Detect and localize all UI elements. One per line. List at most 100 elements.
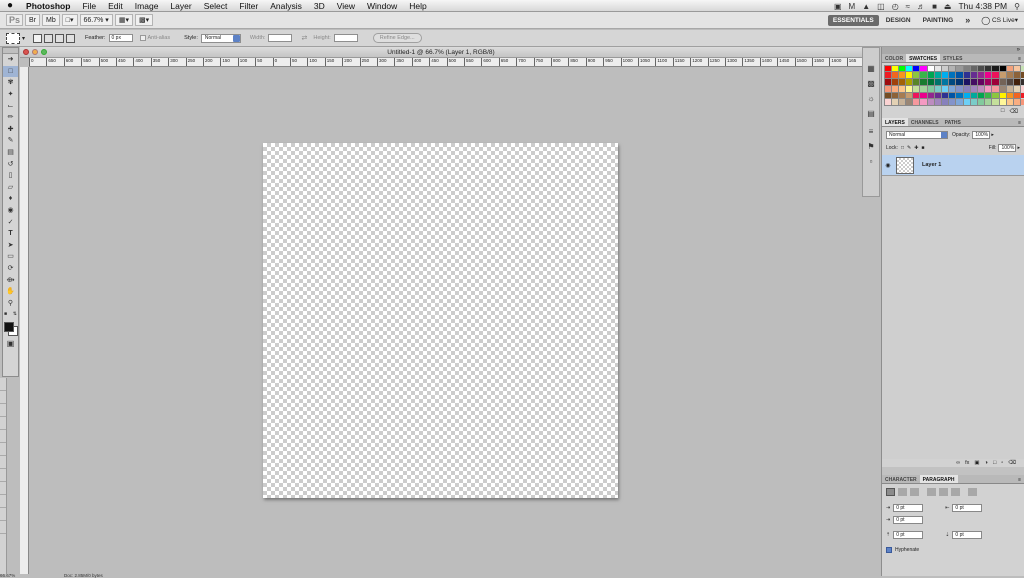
justify-last-right-icon[interactable] (951, 488, 960, 497)
workspace-design[interactable]: DESIGN (881, 15, 916, 26)
clock[interactable]: Thu 4:38 PM (958, 1, 1007, 11)
adjustments-panel-icon[interactable]: ☼ (863, 94, 879, 106)
subtract-selection-icon[interactable] (55, 33, 65, 43)
workspace-painting[interactable]: PAINTING (918, 15, 959, 26)
color-swatch[interactable] (970, 79, 977, 85)
new-layer-icon[interactable]: ▫ (1001, 460, 1003, 466)
hand-tool-icon[interactable]: ✋ (3, 286, 18, 298)
color-swatch[interactable] (992, 65, 999, 72)
move-tool-icon[interactable]: ➜ (3, 54, 18, 66)
zoom-window-icon[interactable] (41, 49, 47, 55)
history-brush-tool-icon[interactable]: ↺ (3, 158, 18, 170)
intersect-selection-icon[interactable] (66, 33, 76, 43)
document-title-bar[interactable]: Untitled-1 @ 66.7% (Layer 1, RGB/8) (20, 47, 862, 58)
healing-brush-tool-icon[interactable]: ✚ (3, 124, 18, 136)
collapsed-tab[interactable] (0, 430, 6, 443)
color-swatch[interactable] (920, 92, 927, 99)
color-swatch[interactable] (942, 79, 949, 85)
color-swatch[interactable] (977, 92, 985, 99)
menu-image[interactable]: Image (129, 1, 165, 11)
color-swatch[interactable] (920, 79, 927, 85)
collapsed-tab[interactable] (0, 391, 6, 404)
collapsed-tab[interactable] (0, 508, 6, 521)
menu-file[interactable]: File (76, 1, 102, 11)
color-swatch[interactable] (1013, 65, 1021, 72)
default-colors-icon[interactable]: ■ ⇅ (3, 309, 18, 321)
color-swatch[interactable] (977, 85, 985, 92)
channels-panel-icon[interactable]: ≡ (863, 127, 879, 139)
collapsed-tab[interactable] (0, 495, 6, 508)
tab-layers[interactable]: LAYERS (882, 118, 908, 127)
minimize-window-icon[interactable] (32, 49, 38, 55)
color-swatch[interactable] (949, 72, 956, 79)
color-swatch[interactable] (1013, 92, 1021, 99)
color-swatch[interactable] (891, 72, 898, 79)
color-swatch[interactable] (956, 92, 963, 99)
color-swatch[interactable] (942, 92, 949, 99)
minibridge-button[interactable]: Mb (42, 14, 60, 26)
color-swatch[interactable] (992, 72, 999, 79)
color-swatch[interactable] (898, 92, 906, 99)
color-swatch[interactable] (927, 85, 934, 92)
color-swatch[interactable] (949, 92, 956, 99)
opacity-dropdown-icon[interactable]: ▸ (991, 132, 994, 138)
collapsed-tab[interactable] (0, 417, 6, 430)
collapsed-tab[interactable] (0, 469, 6, 482)
color-swatch[interactable] (970, 72, 977, 79)
color-swatch[interactable] (970, 85, 977, 92)
color-swatch[interactable] (934, 72, 941, 79)
display-icon[interactable]: ◫ (877, 2, 885, 11)
color-swatch[interactable] (949, 85, 956, 92)
link-layers-icon[interactable]: ∞ (956, 460, 960, 466)
color-swatch[interactable] (985, 92, 992, 99)
color-swatch[interactable] (920, 85, 927, 92)
eraser-tool-icon[interactable]: ▯ (3, 170, 18, 182)
arrange-button[interactable]: ▦▾ (114, 14, 133, 26)
fill-input[interactable]: 100% (998, 143, 1017, 152)
cs-live-button[interactable]: ◯ CS Live ▾ (981, 16, 1018, 25)
new-group-icon[interactable]: □ (993, 460, 996, 466)
apple-icon[interactable]: ● (0, 0, 20, 11)
color-swatch[interactable] (898, 85, 906, 92)
color-swatch[interactable] (884, 72, 891, 79)
panel-menu-icon[interactable]: ≡ (1015, 118, 1024, 126)
rect-marquee-tool-icon[interactable]: □ (3, 65, 18, 78)
lock-transparency-icon[interactable]: □ (901, 145, 904, 151)
color-swatch[interactable] (963, 65, 970, 72)
close-window-icon[interactable] (23, 49, 29, 55)
color-swatch[interactable] (884, 85, 891, 92)
color-swatch[interactable] (1006, 85, 1013, 92)
color-swatch[interactable] (898, 65, 906, 72)
color-swatch[interactable] (884, 99, 891, 106)
delete-layer-icon[interactable]: ⌫ (1008, 460, 1016, 466)
color-swatch[interactable] (1006, 99, 1013, 106)
layer-row[interactable]: ◉ Layer 1 (882, 155, 1024, 177)
magic-wand-tool-icon[interactable]: ✦ (3, 89, 18, 101)
masks-panel-icon[interactable]: ▤ (863, 109, 879, 121)
tab-swatches[interactable]: SWATCHES (906, 54, 941, 62)
color-swatch[interactable] (985, 85, 992, 92)
color-swatch[interactable] (898, 72, 906, 79)
color-swatch[interactable] (906, 65, 913, 72)
menu-3d[interactable]: 3D (308, 1, 331, 11)
shape-tool-icon[interactable]: ▭ (3, 251, 18, 263)
color-swatch[interactable] (898, 79, 906, 85)
eye-icon[interactable]: ◉ (882, 162, 894, 169)
color-swatch[interactable] (891, 99, 898, 106)
tab-channels[interactable]: CHANNELS (908, 118, 942, 126)
color-swatch[interactable] (913, 65, 920, 72)
color-swatch[interactable] (963, 72, 970, 79)
color-swatch[interactable] (1013, 79, 1021, 85)
foreground-color-swatch[interactable] (4, 321, 14, 332)
spotlight-icon[interactable]: ⚲ (1014, 2, 1020, 11)
color-swatch[interactable] (956, 79, 963, 85)
refine-edge-button[interactable]: Refine Edge... (372, 33, 422, 43)
menu-analysis[interactable]: Analysis (264, 1, 308, 11)
color-swatch[interactable] (949, 65, 956, 72)
type-tool-icon[interactable]: T (3, 228, 18, 240)
delete-swatch-icon[interactable]: ⌫ (1010, 108, 1018, 117)
indent-first-line-input[interactable]: 0 pt (893, 515, 924, 524)
color-swatch[interactable] (891, 65, 898, 72)
paint-bucket-tool-icon[interactable]: ▱ (3, 182, 18, 194)
color-swatch[interactable] (999, 65, 1006, 72)
